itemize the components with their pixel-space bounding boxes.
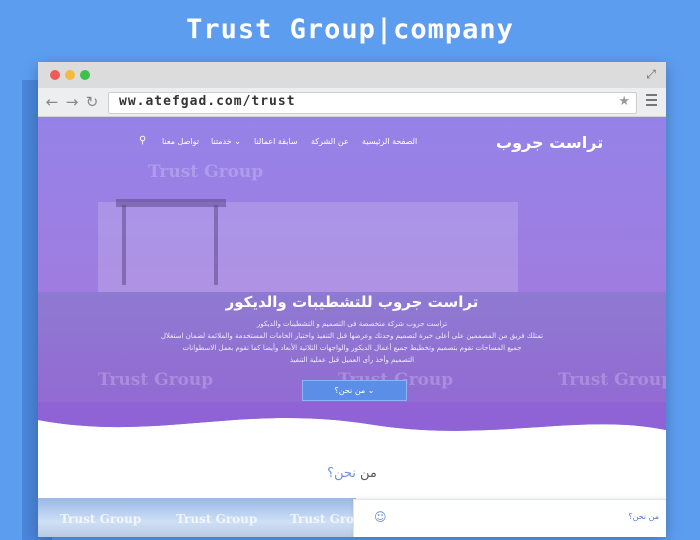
nav-item-home[interactable]: الصفحة الرئيسية [362, 137, 417, 146]
about-title-main: من [355, 466, 377, 481]
hero-title: تراست جروب للتشطيبات والديكور [225, 293, 479, 311]
maximize-window-button[interactable] [80, 70, 90, 80]
browser-toolbar: ← → ↻ ww.atefgad.com/trust ★ [38, 88, 666, 117]
minimize-window-button[interactable] [65, 70, 75, 80]
address-bar[interactable]: ww.atefgad.com/trust ★ [108, 92, 637, 114]
bookmark-star-icon[interactable]: ★ [618, 94, 630, 109]
page-headline: Trust Group|company [186, 14, 514, 45]
site-navbar: تراست جروب الصفحة الرئيسية عن الشركة ساب… [38, 117, 666, 167]
nav-item-services[interactable]: خدمتنا ⌄ [211, 137, 241, 146]
nav-item-about[interactable]: عن الشركة [311, 137, 349, 146]
nav-item-works[interactable]: سابقة اعمالنا [254, 137, 298, 146]
gallery-strip: Trust Group Trust Group Trust Group [38, 498, 371, 537]
site-brand[interactable]: تراست جروب [496, 133, 603, 152]
chat-widget-label[interactable]: من نحن؟ [628, 512, 659, 521]
hero-text-line: تراست جروب شركة متخصصة فى التصميم و التش… [256, 320, 448, 328]
browser-titlebar: ⤢ [38, 62, 666, 88]
watermark-text: Trust Group [98, 370, 214, 390]
browser-window: ⤢ ← → ↻ ww.atefgad.com/trust ★ Trust Gro… [38, 62, 666, 537]
pergola-post [214, 205, 218, 285]
close-window-button[interactable] [50, 70, 60, 80]
hero-wave-divider [38, 402, 666, 462]
forward-arrow-icon[interactable]: → [64, 93, 80, 111]
watermark-text: Trust Group [176, 512, 258, 526]
search-icon[interactable]: ⚲ [139, 135, 146, 146]
about-section-title: من نحن؟ [38, 466, 666, 481]
expand-icon[interactable]: ⤢ [644, 67, 658, 81]
hero-text-line: التصميم وأخذ رأى العميل قبل عملية التنفي… [289, 356, 415, 364]
about-us-button[interactable]: من نحن؟ ⌄ [302, 380, 407, 401]
users-icon[interactable]: ☺ [374, 510, 387, 524]
nav-item-contact[interactable]: تواصل معنا [162, 137, 199, 146]
watermark-text: Trust Group [558, 370, 666, 390]
back-arrow-icon[interactable]: ← [44, 93, 60, 111]
hero-text-line: تمتلك فريق من المصممين على أعلى خبرة لتص… [160, 332, 544, 340]
hero-section: Trust Group Trust Group Trust Group Trus… [38, 117, 666, 447]
watermark-text: Trust Group [60, 512, 142, 526]
reload-icon[interactable]: ↻ [84, 93, 100, 111]
hero-text-line: جميع المساحات نقوم بتصميم وتخطيط جميع أع… [182, 344, 522, 352]
url-text: ww.atefgad.com/trust [119, 94, 296, 109]
hero-house-image [98, 202, 518, 292]
about-title-accent: نحن؟ [327, 466, 356, 481]
menu-icon[interactable] [646, 94, 657, 109]
chat-widget[interactable]: ☺ من نحن؟ [353, 499, 666, 537]
pergola-post [122, 205, 126, 285]
hero-pergola-image [116, 199, 226, 207]
